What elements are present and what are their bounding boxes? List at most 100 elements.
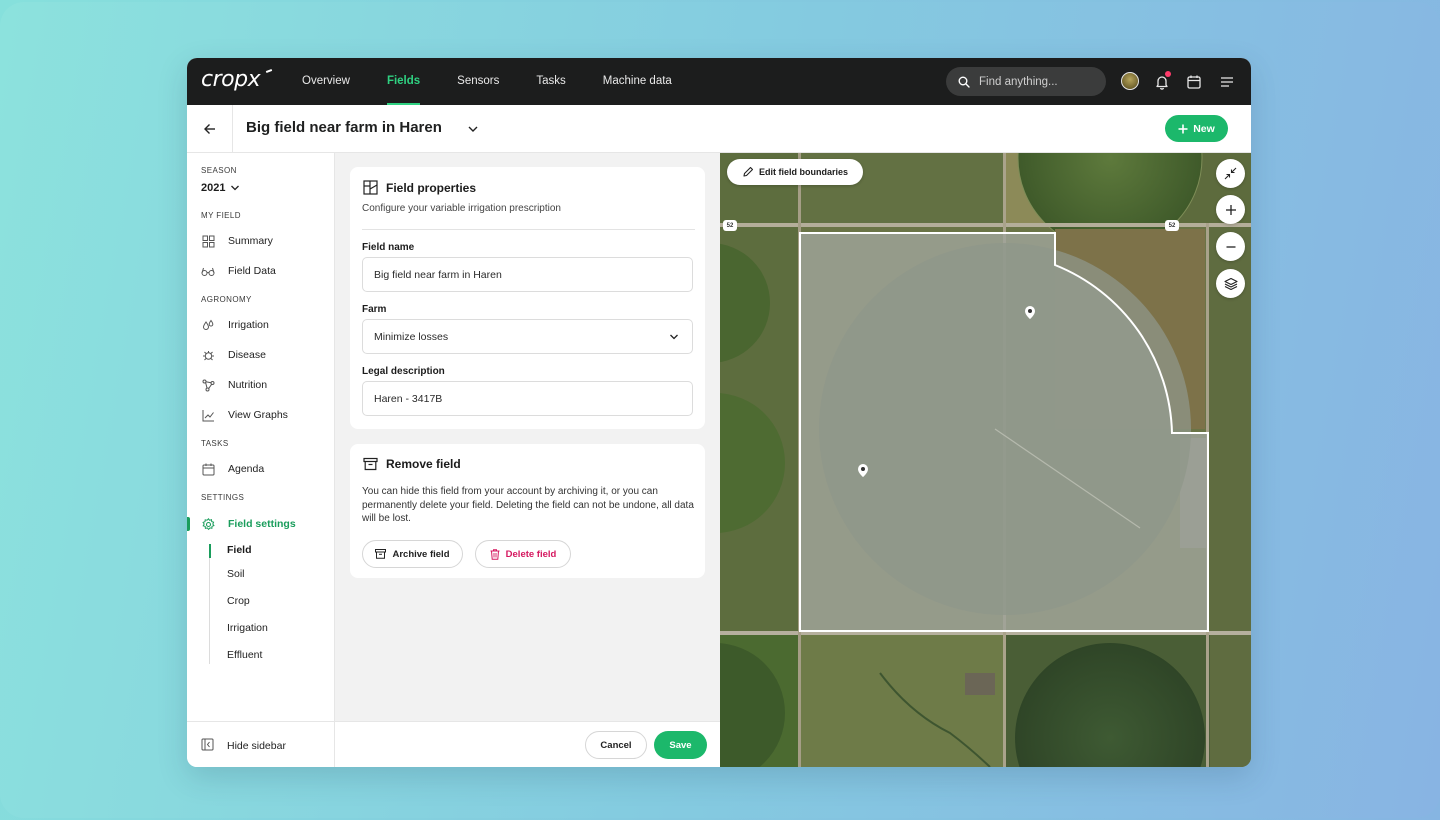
sidebar-item-label: Nutrition: [228, 379, 268, 391]
nav-tabs: Overview Fields Sensors Tasks Machine da…: [302, 58, 709, 105]
layers-icon: [1223, 277, 1238, 290]
page-title: Big field near farm in Haren: [246, 119, 442, 136]
settings-label: SETTINGS: [201, 493, 245, 502]
season-value: 2021: [201, 182, 226, 194]
field-properties-card: Field properties Configure your variable…: [350, 167, 705, 429]
submenu-item-effluent[interactable]: Effluent: [227, 649, 262, 661]
tab-sensors[interactable]: Sensors: [457, 58, 499, 105]
archive-field-label: Archive field: [392, 548, 450, 560]
search-icon: [958, 76, 970, 88]
delete-field-button[interactable]: Delete field: [475, 540, 571, 568]
cropx-logo[interactable]: cropx: [201, 67, 261, 92]
app-window: cropx Overview Fields Sensors Tasks Mach…: [187, 58, 1251, 767]
top-navbar: cropx Overview Fields Sensors Tasks Mach…: [187, 58, 1251, 105]
submenu-active-indicator: [209, 544, 211, 558]
agronomy-label: AGRONOMY: [201, 295, 252, 304]
legal-description-input[interactable]: [362, 381, 693, 416]
sidebar-item-nutrition[interactable]: Nutrition: [201, 375, 267, 395]
field-name-input[interactable]: [362, 257, 693, 292]
sidebar-item-irrigation[interactable]: Irrigation: [201, 315, 269, 335]
delete-field-label: Delete field: [505, 548, 557, 560]
sidebar-item-label: Field Data: [228, 265, 276, 277]
new-button[interactable]: New: [1165, 115, 1228, 142]
submenu-item-irrigation[interactable]: Irrigation: [227, 622, 268, 634]
field-properties-icon: [363, 180, 378, 195]
grid-icon: [201, 234, 215, 248]
cancel-button[interactable]: Cancel: [585, 731, 647, 759]
zoom-out-icon: [1226, 245, 1235, 248]
calendar-icon[interactable]: [1184, 72, 1204, 92]
card-title: Field properties: [363, 180, 476, 195]
tasks-label: TASKS: [201, 439, 229, 448]
trash-icon: [490, 548, 500, 560]
road-sign: 52: [723, 220, 737, 231]
tab-tasks[interactable]: Tasks: [536, 58, 565, 105]
archive-box-icon: [363, 457, 378, 471]
submenu-item-soil[interactable]: Soil: [227, 568, 245, 580]
zoom-out-button[interactable]: [1216, 232, 1245, 261]
divider: [362, 229, 695, 230]
submenu-line: [209, 544, 210, 664]
sidebar-item-label: Disease: [228, 349, 266, 361]
submenu-item-crop[interactable]: Crop: [227, 595, 250, 607]
edit-field-boundaries-button[interactable]: Edit field boundaries: [727, 159, 863, 185]
sidebar-item-label: Field settings: [228, 518, 296, 530]
droplets-icon: [201, 318, 215, 332]
card-title: Remove field: [363, 457, 461, 471]
tab-fields[interactable]: Fields: [386, 58, 421, 105]
archive-icon: [375, 549, 387, 559]
season-label: SEASON: [201, 166, 237, 175]
archive-field-button[interactable]: Archive field: [362, 540, 463, 568]
sidebar-item-agenda[interactable]: Agenda: [201, 459, 264, 479]
sidebar: SEASON 2021 MY FIELD Summary Field Data …: [187, 153, 335, 767]
back-button[interactable]: [187, 105, 233, 152]
satellite-map[interactable]: 52 52 Edit field boundaries: [720, 153, 1251, 767]
layers-button[interactable]: [1216, 269, 1245, 298]
save-button[interactable]: Save: [654, 731, 707, 759]
collapse-sidebar-icon: [201, 738, 214, 754]
menu-icon[interactable]: [1217, 72, 1237, 92]
remove-field-description: You can hide this field from your accoun…: [362, 486, 694, 524]
sidebar-item-disease[interactable]: Disease: [201, 345, 266, 365]
tab-machine-data[interactable]: Machine data: [603, 58, 672, 105]
sidebar-item-label: Agenda: [228, 463, 265, 475]
new-button-label: New: [1193, 122, 1215, 135]
notification-badge: [1165, 71, 1171, 77]
page-header: Big field near farm in Haren New: [187, 105, 1251, 153]
collapse-map-button[interactable]: [1216, 159, 1245, 188]
remove-field-title: Remove field: [386, 457, 461, 471]
glasses-icon: [201, 264, 215, 278]
submenu-item-field[interactable]: Field: [227, 544, 252, 556]
collapse-icon: [1224, 167, 1237, 180]
sidebar-item-view-graphs[interactable]: View Graphs: [201, 405, 288, 425]
sidebar-item-label: View Graphs: [228, 409, 288, 421]
legal-description-label: Legal description: [362, 366, 445, 377]
search-box[interactable]: [946, 67, 1106, 96]
road-sign: 52: [1165, 220, 1179, 231]
hide-sidebar-label: Hide sidebar: [227, 740, 286, 752]
tab-overview[interactable]: Overview: [302, 58, 350, 105]
active-indicator: [187, 517, 190, 531]
plus-icon: [1178, 124, 1188, 133]
avatar[interactable]: [1121, 72, 1139, 90]
field-name-label: Field name: [362, 242, 415, 253]
field-properties-title: Field properties: [386, 180, 477, 195]
sidebar-item-summary[interactable]: Summary: [201, 231, 273, 251]
sidebar-item-label: Irrigation: [228, 319, 269, 331]
chevron-down-icon[interactable]: [467, 122, 479, 140]
sidebar-item-label: Summary: [228, 235, 273, 247]
edit-field-boundaries-label: Edit field boundaries: [758, 167, 848, 177]
molecule-icon: [201, 378, 215, 392]
zoom-in-icon: [1225, 204, 1236, 215]
farm-select-value: Minimize losses: [374, 330, 449, 343]
hide-sidebar-button[interactable]: Hide sidebar: [201, 738, 286, 754]
remove-field-card: Remove field You can hide this field fro…: [350, 444, 705, 578]
farm-select[interactable]: Minimize losses: [362, 319, 693, 354]
settings-content: Field properties Configure your variable…: [335, 153, 720, 767]
zoom-in-button[interactable]: [1216, 195, 1245, 224]
search-input[interactable]: [979, 75, 1099, 88]
farm-label: Farm: [362, 304, 387, 315]
sidebar-item-field-settings[interactable]: Field settings: [201, 514, 296, 534]
season-selector[interactable]: 2021: [201, 182, 240, 194]
sidebar-item-field-data[interactable]: Field Data: [201, 261, 276, 281]
